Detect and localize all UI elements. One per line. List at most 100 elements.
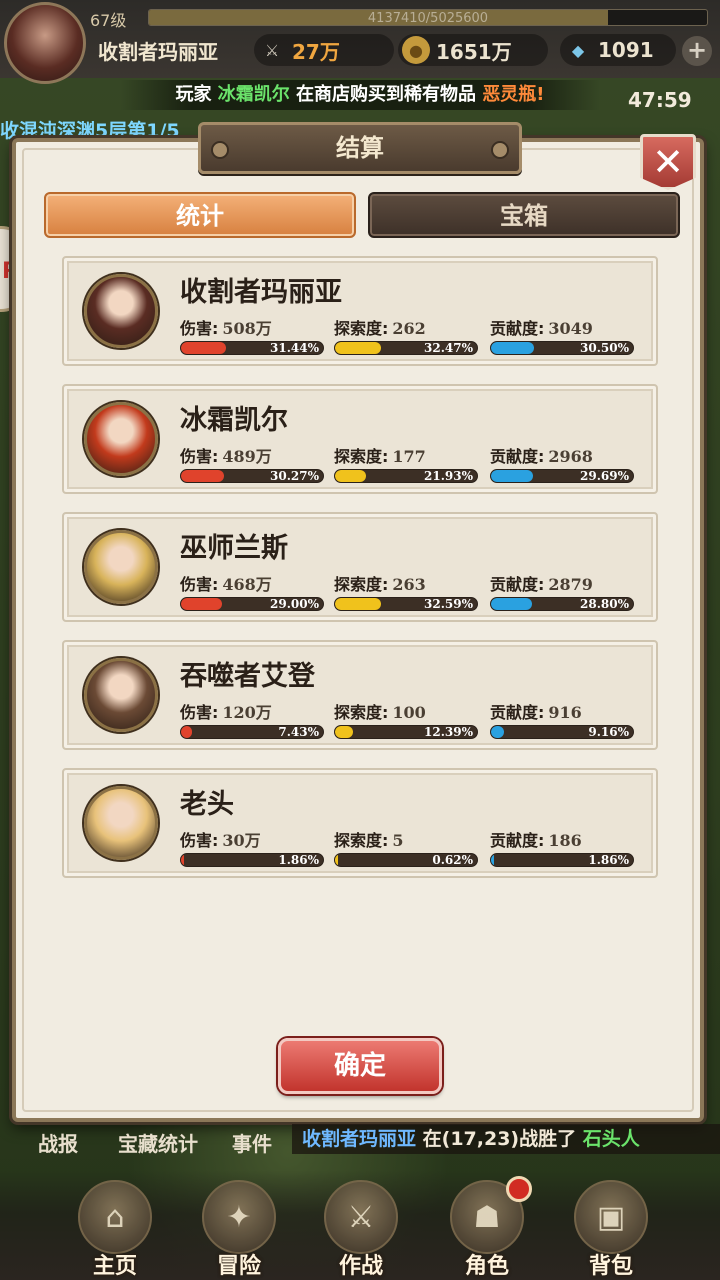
tab-treasure-stats[interactable]: 宝藏统计 xyxy=(118,1128,198,1157)
player-card: 收割者玛丽亚 伤害: 508万 31.44% 探索度: 262 32.47% 贡献度: 3049… xyxy=(62,256,658,366)
player-card: 巫师兰斯 伤害: 468万 29.00% 探索度: 263 32.59% 贡献度: 2879 28… xyxy=(62,512,658,622)
explore-row: 探索度: 5 xyxy=(334,827,480,851)
tab-statistics[interactable]: 统计 xyxy=(44,192,356,238)
gold-display: ● 1651万 xyxy=(398,34,548,66)
player-name: 收割者玛丽亚 xyxy=(98,40,218,64)
damage-bar-fill xyxy=(181,598,223,610)
damage-percent: 30.27% xyxy=(270,469,319,483)
explore-row: 探索度: 262 xyxy=(334,315,480,339)
announcement-marquee: 玩家 冰霜凯尔 在商店购买到稀有物品 恶灵瓶! xyxy=(120,80,600,110)
contribution-stat: 贡献度: 2968 29.69% xyxy=(490,443,636,483)
contribution-percent: 1.86% xyxy=(588,853,629,867)
tab-events[interactable]: 事件 xyxy=(232,1128,272,1157)
contribution-percent: 30.50% xyxy=(580,341,629,355)
contribution-percent: 9.16% xyxy=(588,725,629,739)
explore-percent: 0.62% xyxy=(432,853,473,867)
player-portrait xyxy=(84,402,158,476)
nav-item-character[interactable]: ☗ 角色 xyxy=(432,1176,542,1280)
damage-bar-fill xyxy=(181,726,192,738)
damage-label: 伤害: xyxy=(180,447,219,466)
contribution-row: 贡献度: 916 xyxy=(490,699,636,723)
contribution-bar-fill xyxy=(491,598,532,610)
contribution-value: 2968 xyxy=(548,447,593,466)
player-portrait xyxy=(84,658,158,732)
backpack-icon: ▣ xyxy=(574,1180,648,1254)
explore-percent: 21.93% xyxy=(424,469,473,483)
explore-row: 探索度: 100 xyxy=(334,699,480,723)
tab-chest[interactable]: 宝箱 xyxy=(368,192,680,238)
contribution-bar: 29.69% xyxy=(490,469,634,483)
explore-bar: 0.62% xyxy=(334,853,478,867)
damage-value: 30万 xyxy=(222,831,261,850)
contribution-row: 贡献度: 2968 xyxy=(490,443,636,467)
marquee-middle: 在商店购买到稀有物品 xyxy=(296,84,477,105)
contribution-value: 3049 xyxy=(548,319,593,338)
add-gems-button[interactable]: + xyxy=(682,36,712,66)
player-avatar[interactable] xyxy=(4,2,86,84)
contribution-bar-fill xyxy=(491,342,535,354)
damage-row: 伤害: 30万 xyxy=(180,827,326,851)
gem-value: 1091 xyxy=(598,38,654,62)
damage-label: 伤害: xyxy=(180,831,219,850)
explore-label: 探索度: xyxy=(334,703,389,722)
damage-bar: 30.27% xyxy=(180,469,324,483)
damage-percent: 29.00% xyxy=(270,597,319,611)
coin-icon: ● xyxy=(402,36,430,64)
explore-value: 263 xyxy=(392,575,426,594)
contribution-percent: 28.80% xyxy=(580,597,629,611)
battle-log-player: 收割者玛丽亚 xyxy=(302,1128,417,1150)
nav-item-backpack[interactable]: ▣ 背包 xyxy=(556,1176,666,1280)
nav-item-adventure[interactable]: ✦ 冒险 xyxy=(184,1176,294,1280)
player-card: 冰霜凯尔 伤害: 489万 30.27% 探索度: 177 21.93% 贡献度: 2968 29… xyxy=(62,384,658,494)
damage-bar: 1.86% xyxy=(180,853,324,867)
power-value: 27万 xyxy=(292,39,340,64)
exp-bar: 4137410/5025600 xyxy=(148,9,708,26)
explore-stat: 探索度: 177 21.93% xyxy=(334,443,480,483)
explore-bar-fill xyxy=(335,470,367,482)
player-level: 67级 xyxy=(90,11,127,30)
damage-percent: 31.44% xyxy=(270,341,319,355)
damage-value: 489万 xyxy=(222,447,272,466)
countdown-timer: 47:59 xyxy=(628,88,692,112)
nav-item-battle[interactable]: ⚔ 作战 xyxy=(306,1176,416,1280)
confirm-button[interactable]: 确定 xyxy=(278,1038,442,1094)
explore-bar: 12.39% xyxy=(334,725,478,739)
explore-bar: 21.93% xyxy=(334,469,478,483)
contribution-bar: 28.80% xyxy=(490,597,634,611)
contribution-value: 916 xyxy=(548,703,582,722)
battle-log-message: 收割者玛丽亚 在(17,23)战胜了 石头人 xyxy=(292,1124,720,1154)
battle-log-middle: 在(17,23)战胜了 xyxy=(422,1128,577,1150)
explore-bar-fill xyxy=(335,854,338,866)
marquee-item: 恶灵瓶! xyxy=(482,84,545,105)
contribution-label: 贡献度: xyxy=(490,831,545,850)
explore-percent: 32.59% xyxy=(424,597,473,611)
contribution-row: 贡献度: 3049 xyxy=(490,315,636,339)
contribution-percent: 29.69% xyxy=(580,469,629,483)
gem-display: ◆ 1091 xyxy=(560,34,676,66)
player-portrait xyxy=(84,530,158,604)
damage-row: 伤害: 468万 xyxy=(180,571,326,595)
marquee-player: 冰霜凯尔 xyxy=(217,84,290,105)
contribution-label: 贡献度: xyxy=(490,575,545,594)
player-card-name: 巫师兰斯 xyxy=(180,533,288,564)
player-card-name: 冰霜凯尔 xyxy=(180,405,288,436)
damage-percent: 1.86% xyxy=(278,853,319,867)
contribution-value: 186 xyxy=(548,831,582,850)
player-card: 老头 伤害: 30万 1.86% 探索度: 5 0.62% 贡献度: 186 1.86% xyxy=(62,768,658,878)
tab-battle-report[interactable]: 战报 xyxy=(38,1128,78,1157)
nav-item-home[interactable]: ⌂ 主页 xyxy=(60,1176,170,1280)
damage-stat: 伤害: 120万 7.43% xyxy=(180,699,326,739)
contribution-stat: 贡献度: 916 9.16% xyxy=(490,699,636,739)
nav-label: 主页 xyxy=(92,1254,137,1279)
damage-stat: 伤害: 489万 30.27% xyxy=(180,443,326,483)
contribution-label: 贡献度: xyxy=(490,319,545,338)
damage-value: 508万 xyxy=(222,319,272,338)
contribution-label: 贡献度: xyxy=(490,447,545,466)
damage-bar-fill xyxy=(181,470,224,482)
damage-bar: 31.44% xyxy=(180,341,324,355)
nav-label: 作战 xyxy=(338,1254,383,1279)
contribution-stat: 贡献度: 186 1.86% xyxy=(490,827,636,867)
contribution-bar-fill xyxy=(491,854,494,866)
damage-label: 伤害: xyxy=(180,319,219,338)
contribution-bar: 1.86% xyxy=(490,853,634,867)
